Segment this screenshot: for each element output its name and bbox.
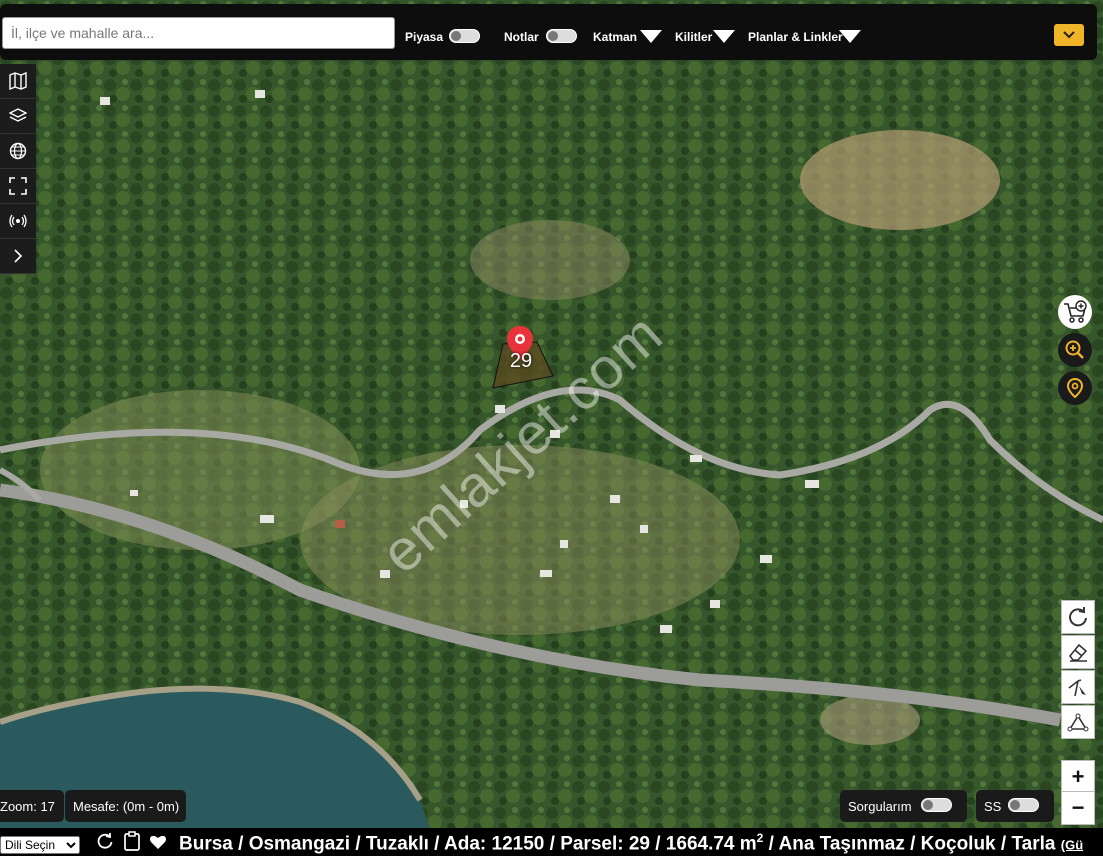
search-input[interactable]	[2, 17, 395, 49]
parcel-address-rest: / Ana Taşınmaz / Koçoluk / Tarla	[763, 833, 1061, 855]
measure-area-button[interactable]	[1061, 705, 1095, 739]
notlar-label: Notlar	[504, 30, 539, 44]
piyasa-label: Piyasa	[405, 30, 444, 44]
chevron-right-icon	[14, 249, 23, 263]
fullscreen-button[interactable]	[0, 169, 36, 204]
clipboard-icon[interactable]	[123, 831, 141, 851]
parcel-more-link[interactable]: (Gü	[1061, 837, 1083, 852]
zoom-search-button[interactable]	[1058, 333, 1092, 367]
zoom-level: Zoom: 17	[0, 790, 64, 822]
ss-label: SS	[984, 798, 1002, 814]
map-icon	[9, 72, 27, 90]
zoom-in-icon	[1065, 340, 1084, 359]
top-toolbar: Piyasa Notlar Katman Kilitler Planlar & …	[0, 4, 1097, 60]
layers-icon	[9, 108, 27, 122]
zoom-in-button[interactable]: +	[1061, 760, 1095, 794]
eraser-button[interactable]	[1061, 635, 1095, 669]
zoom-out-button[interactable]: −	[1061, 791, 1095, 825]
parcel-address: Bursa / Osmangazi / Tuzaklı / Ada: 12150…	[179, 831, 1083, 855]
language-select[interactable]: Dili Seçin	[0, 836, 80, 854]
reset-button[interactable]	[1061, 600, 1095, 634]
fullscreen-icon	[9, 177, 27, 195]
broadcast-icon	[9, 214, 27, 228]
katman-dropdown-icon[interactable]	[640, 30, 662, 43]
location-pin-icon	[1066, 377, 1084, 399]
rotate-icon	[1069, 607, 1087, 627]
notlar-toggle[interactable]	[546, 29, 577, 43]
measure-distance-button[interactable]	[1061, 670, 1095, 704]
sorgularim-label: Sorgularım	[848, 798, 912, 814]
my-location-button[interactable]	[1058, 371, 1092, 405]
kilitler-dropdown-icon[interactable]	[713, 30, 735, 43]
polyline-icon	[1067, 713, 1089, 732]
pointer-line-icon	[1068, 679, 1086, 697]
expand-menu-button[interactable]	[1054, 24, 1084, 46]
broadcast-button[interactable]	[0, 204, 36, 239]
cart-plus-icon	[1064, 300, 1087, 323]
distance-readout: Mesafe: (0m - 0m)	[65, 790, 186, 822]
kilitler-menu[interactable]: Kilitler	[675, 30, 712, 44]
clearing	[470, 220, 630, 300]
planlar-dropdown-icon[interactable]	[839, 30, 861, 43]
sorgularim-toggle[interactable]	[921, 798, 952, 812]
ss-toggle[interactable]	[1008, 798, 1039, 812]
ss-panel: SS	[976, 790, 1054, 822]
globe-button[interactable]	[0, 134, 36, 169]
map-view-button[interactable]	[0, 64, 36, 99]
eraser-icon	[1068, 643, 1088, 662]
katman-menu[interactable]: Katman	[593, 30, 637, 44]
heart-icon[interactable]	[149, 834, 167, 850]
chevron-down-icon	[1063, 31, 1075, 39]
layers-button[interactable]	[0, 99, 36, 134]
distance-text: Mesafe: (0m - 0m)	[73, 798, 180, 814]
parcel-number-label: 29	[509, 350, 533, 372]
zoom-level-text: Zoom: 17	[0, 798, 55, 814]
piyasa-toggle[interactable]	[449, 29, 480, 43]
expand-sidebar-button[interactable]	[0, 239, 36, 274]
add-to-cart-button[interactable]	[1058, 295, 1092, 329]
parcel-address-main: Bursa / Osmangazi / Tuzaklı / Ada: 12150…	[179, 833, 757, 855]
sorgularim-panel: Sorgularım	[840, 790, 967, 822]
planlar-linkler-menu[interactable]: Planlar & Linkler	[748, 30, 843, 44]
refresh-icon[interactable]	[96, 832, 114, 850]
globe-icon	[9, 142, 27, 160]
bare-field	[800, 130, 1000, 230]
